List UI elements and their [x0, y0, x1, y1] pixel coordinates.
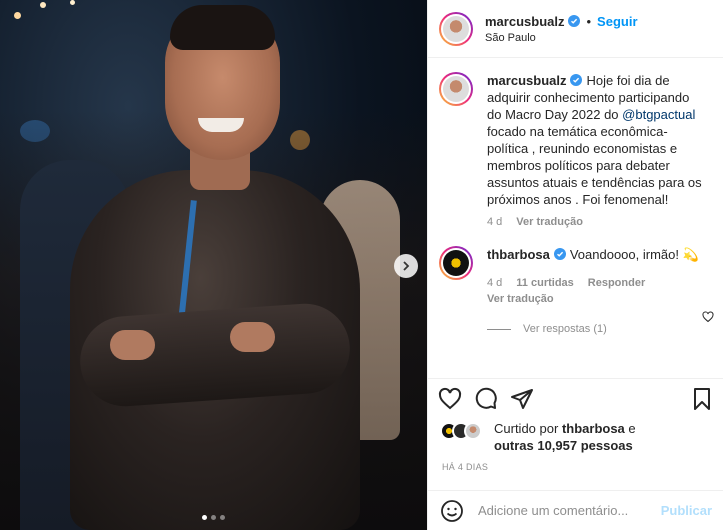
post-side-panel: marcusbualz • Seguir São Paulo marcusbua… [427, 0, 723, 530]
separator-dot: • [586, 13, 592, 29]
post-photo[interactable] [0, 0, 427, 530]
comment-likes-link[interactable]: 11 curtidas [516, 277, 573, 289]
bokeh-light [40, 2, 46, 8]
carousel-indicator [0, 515, 427, 520]
comment-text: Voandoooo, irmão! 💫 [569, 247, 699, 262]
bokeh-light [70, 0, 75, 5]
likes-count-link[interactable]: outras 10,957 pessoas [494, 438, 633, 453]
post-location[interactable]: São Paulo [485, 32, 638, 44]
view-replies-label: Ver respostas (1) [523, 323, 607, 335]
share-paper-plane-icon[interactable] [510, 387, 534, 411]
liker-avatar [464, 422, 482, 440]
reply-button[interactable]: Responder [588, 277, 645, 289]
caption: marcusbualz Hoje foi dia de adquirir conh… [439, 72, 712, 228]
post-header: marcusbualz • Seguir São Paulo [428, 0, 723, 58]
author-avatar[interactable] [439, 72, 473, 106]
liked-by-user[interactable]: thbarbosa [562, 421, 625, 436]
comment-age[interactable]: 4 d [487, 277, 502, 289]
author-username[interactable]: marcusbualz [485, 14, 564, 29]
hair [170, 5, 275, 50]
caption-mention-link[interactable]: @btgpactual [622, 107, 695, 122]
caption-age[interactable]: 4 d [487, 216, 502, 228]
replies-divider-line [487, 328, 511, 330]
comment-bubble-icon[interactable] [474, 387, 498, 411]
comments-section: marcusbualz Hoje foi dia de adquirir conh… [428, 58, 723, 378]
smile [198, 118, 244, 132]
like-heart-icon[interactable] [438, 387, 462, 411]
liked-by-summary: Curtido por thbarbosa e outras 10,957 pe… [440, 420, 636, 454]
emoji-icon[interactable] [440, 499, 464, 523]
comment-item: thbarbosa Voandoooo, irmão! 💫 4 d 11 curt… [439, 246, 712, 305]
add-comment-bar: Publicar [428, 490, 723, 530]
comment-input[interactable] [478, 503, 661, 518]
carousel-dot [211, 515, 216, 520]
verified-badge-icon [553, 248, 566, 260]
liked-by-connector: e [628, 421, 636, 436]
verified-badge-icon [570, 74, 583, 86]
post-timestamp[interactable]: HÁ 4 DIAS [442, 462, 488, 472]
caption-translate-link[interactable]: Ver tradução [516, 216, 583, 228]
carousel-dot-active [202, 515, 207, 520]
publish-button[interactable]: Publicar [661, 503, 712, 518]
hand [110, 330, 155, 360]
bookmark-icon[interactable] [690, 387, 714, 411]
view-replies-link[interactable]: Ver respostas (1) [487, 323, 712, 335]
commenter-avatar[interactable] [439, 246, 473, 280]
comment-like-heart-icon[interactable] [702, 311, 714, 323]
commenter-username[interactable]: thbarbosa [487, 247, 550, 262]
caption-text-rest: focado na temática econômica-política , … [487, 124, 702, 207]
post-actions-bar [428, 378, 723, 418]
comment-translate-link[interactable]: Ver tradução [487, 293, 554, 305]
author-avatar[interactable] [439, 11, 473, 46]
liked-by-prefix: Curtido por [494, 421, 559, 436]
bokeh-light [14, 12, 21, 19]
carousel-dot [220, 515, 225, 520]
liker-avatars[interactable] [440, 420, 488, 440]
hand [230, 322, 275, 352]
caption-author[interactable]: marcusbualz [487, 73, 566, 88]
follow-button[interactable]: Seguir [597, 14, 637, 29]
carousel-next-button[interactable] [394, 254, 418, 278]
chevron-right-icon [403, 261, 410, 271]
verified-badge-icon [568, 15, 581, 27]
